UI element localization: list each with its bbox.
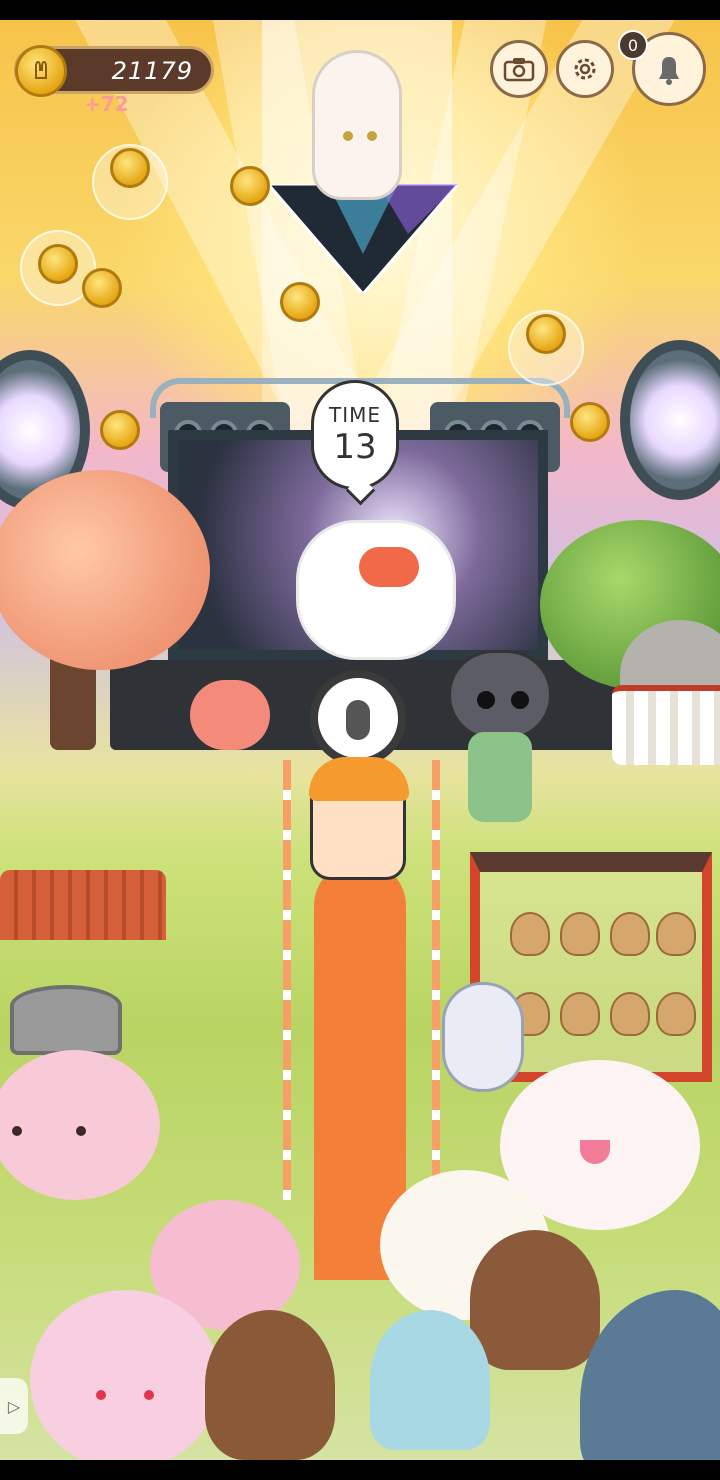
- play-icon: ▷: [7, 1396, 21, 1416]
- floating-coin[interactable]: [100, 410, 140, 450]
- lucky-cat-statue[interactable]: [442, 982, 524, 1092]
- camera-button[interactable]: [490, 40, 548, 98]
- runway-pole-right: [432, 760, 440, 1200]
- floating-coin[interactable]: [82, 268, 122, 308]
- time-value: 13: [333, 427, 377, 467]
- food-bowl[interactable]: [190, 680, 270, 750]
- shimenawa-rope: [612, 685, 720, 765]
- camera-icon: [503, 58, 535, 82]
- bass-drum[interactable]: [310, 670, 406, 766]
- floating-coin[interactable]: [526, 314, 566, 354]
- shiba-dog[interactable]: [470, 1230, 600, 1370]
- time-label: TIME: [328, 403, 381, 427]
- idol-character[interactable]: [312, 50, 402, 200]
- runway-pole-left: [283, 760, 291, 1200]
- cat-kimono-body: [468, 732, 532, 822]
- coin-counter: 21179: [14, 45, 214, 97]
- floating-coin[interactable]: [570, 402, 610, 442]
- nav-bar: [0, 1460, 720, 1480]
- coin-gain: +72: [84, 92, 129, 116]
- rainbow-prism[interactable]: [268, 184, 458, 294]
- well-roof: [0, 870, 166, 940]
- floating-coin[interactable]: [280, 282, 320, 322]
- bunny-drummer[interactable]: [296, 520, 456, 660]
- boy-character[interactable]: [309, 757, 409, 880]
- side-menu-tab[interactable]: ▷: [0, 1378, 28, 1434]
- spotlight-lamp-right: [620, 340, 720, 500]
- bell-icon: [659, 57, 679, 85]
- pink-hair-girl[interactable]: [30, 1290, 220, 1460]
- floating-coin[interactable]: [38, 244, 78, 284]
- settings-button[interactable]: [556, 40, 614, 98]
- notification-badge: 0: [618, 30, 648, 60]
- coin-icon: [15, 45, 67, 97]
- floating-coin[interactable]: [110, 148, 150, 188]
- floating-coin[interactable]: [230, 166, 270, 206]
- red-panda[interactable]: [205, 1310, 335, 1460]
- water-well[interactable]: [10, 985, 122, 1055]
- ghost-character[interactable]: [370, 1310, 490, 1450]
- shark-character[interactable]: [580, 1290, 720, 1460]
- pink-cotton-candy[interactable]: [0, 1050, 160, 1200]
- gear-icon: [574, 58, 596, 80]
- status-bar: [0, 0, 720, 20]
- game-scene[interactable]: TIME 13 21179 +72 0 ▷: [0, 20, 720, 1460]
- time-bubble: TIME 13: [311, 380, 399, 490]
- coin-value: 21179: [111, 57, 193, 85]
- cat-mask-head[interactable]: [448, 650, 552, 740]
- cherry-tree[interactable]: [0, 470, 210, 670]
